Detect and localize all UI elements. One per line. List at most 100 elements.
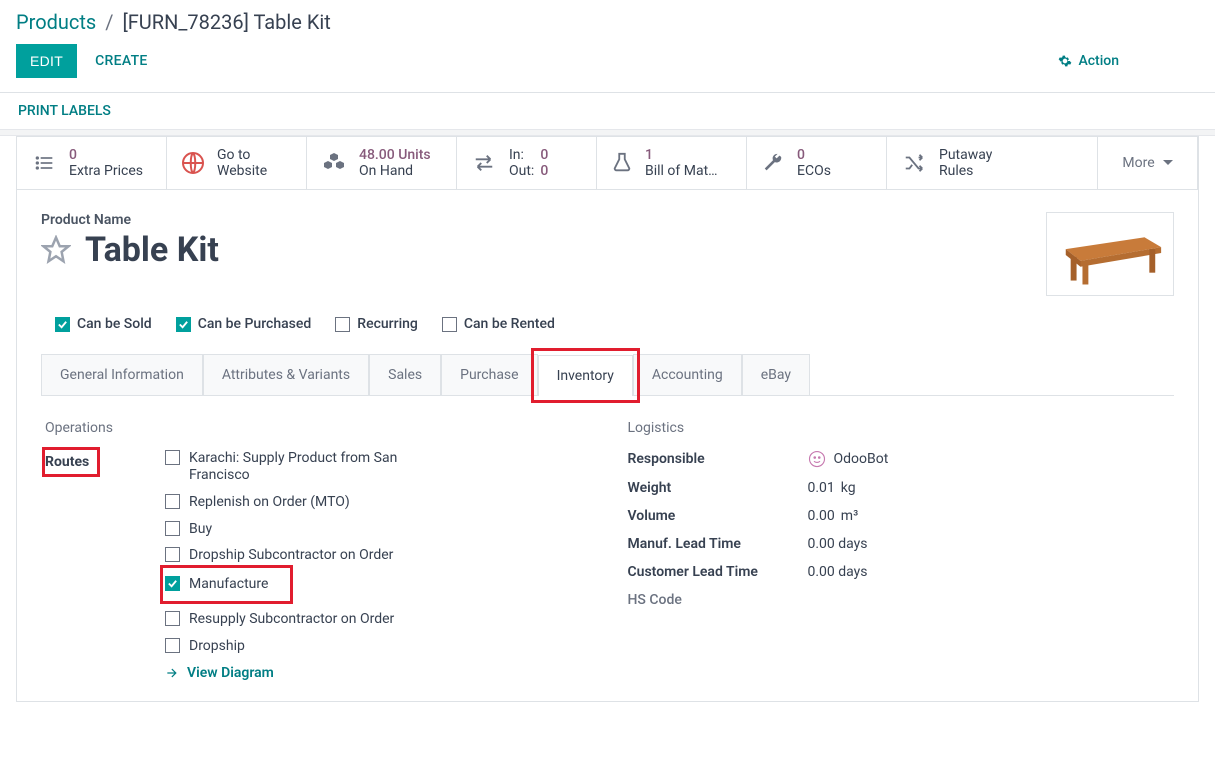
checkbox-icon bbox=[442, 317, 457, 332]
wrench-icon bbox=[761, 152, 785, 174]
tab-ebay[interactable]: eBay bbox=[742, 354, 810, 395]
checkbox-icon bbox=[165, 547, 180, 562]
stat-putaway[interactable]: PutawayRules bbox=[887, 137, 1098, 189]
stat-bom[interactable]: 1Bill of Mat… bbox=[597, 137, 747, 189]
checkbox-icon bbox=[165, 611, 180, 626]
check-recurring[interactable]: Recurring bbox=[335, 316, 418, 332]
tab-purchase[interactable]: Purchase bbox=[441, 354, 537, 395]
check-can-be-sold[interactable]: Can be Sold bbox=[55, 316, 152, 332]
tab-attributes[interactable]: Attributes & Variants bbox=[203, 354, 369, 395]
weight-unit: kg bbox=[841, 480, 856, 496]
out-value: 0 bbox=[540, 163, 548, 179]
product-name: Table Kit bbox=[85, 230, 219, 270]
in-value: 0 bbox=[540, 147, 548, 163]
breadcrumb: Products / [FURN_78236] Table Kit bbox=[0, 0, 1215, 38]
volume-unit: m³ bbox=[841, 508, 858, 524]
stat-ecos[interactable]: 0ECOs bbox=[747, 137, 887, 189]
tab-accounting[interactable]: Accounting bbox=[633, 354, 742, 395]
checkbox-icon bbox=[165, 521, 180, 536]
stat-label: Bill of Mat… bbox=[645, 163, 718, 179]
in-label: In: bbox=[509, 147, 524, 163]
stat-value: 48.00 Units bbox=[359, 147, 431, 163]
checkbox-icon bbox=[176, 317, 191, 332]
stat-line1: Go to bbox=[217, 147, 267, 163]
route-dropship-subcontractor[interactable]: Dropship Subcontractor on Order bbox=[165, 547, 588, 564]
routes-label: Routes bbox=[45, 450, 97, 474]
more-label: More bbox=[1122, 155, 1154, 171]
mlt-label: Manuf. Lead Time bbox=[628, 536, 808, 552]
logistics-title: Logistics bbox=[628, 420, 1171, 436]
responsible-label: Responsible bbox=[628, 451, 808, 467]
arrows-icon bbox=[471, 152, 497, 174]
volume-label: Volume bbox=[628, 508, 808, 524]
toolbar: EDIT CREATE Action bbox=[0, 38, 1215, 93]
breadcrumb-separator: / bbox=[105, 10, 113, 34]
stat-line2: Rules bbox=[939, 163, 992, 179]
print-labels-button[interactable]: PRINT LABELS bbox=[0, 93, 1215, 130]
stat-onhand[interactable]: 48.00 UnitsOn Hand bbox=[307, 137, 457, 189]
stat-more[interactable]: More bbox=[1098, 137, 1198, 189]
boxes-icon bbox=[321, 151, 347, 175]
logistics-section: Logistics Responsible OdooBot Weight 0.0… bbox=[628, 420, 1171, 680]
operations-section: Operations Routes Karachi: Supply Produc… bbox=[45, 420, 588, 680]
stat-value: 0 bbox=[69, 147, 143, 163]
checkbox-icon bbox=[55, 317, 70, 332]
volume-value: 0.00 bbox=[808, 508, 835, 524]
create-button[interactable]: CREATE bbox=[95, 53, 148, 69]
mlt-value: 0.00 days bbox=[808, 536, 868, 552]
chevron-down-icon bbox=[1163, 158, 1173, 168]
hscode-label: HS Code bbox=[628, 592, 808, 608]
check-can-be-purchased[interactable]: Can be Purchased bbox=[176, 316, 312, 332]
weight-label: Weight bbox=[628, 480, 808, 496]
route-manufacture[interactable]: Manufacture bbox=[163, 568, 290, 601]
mlt-row: Manuf. Lead Time 0.00 days bbox=[628, 536, 1171, 552]
stat-value: 0 bbox=[797, 147, 831, 163]
weight-row: Weight 0.01 kg bbox=[628, 480, 1171, 496]
out-label: Out: bbox=[509, 163, 534, 179]
shuffle-icon bbox=[901, 152, 927, 174]
view-diagram-link[interactable]: View Diagram bbox=[165, 665, 588, 681]
stat-website[interactable]: Go toWebsite bbox=[167, 137, 307, 189]
breadcrumb-current: [FURN_78236] Table Kit bbox=[122, 10, 330, 34]
breadcrumb-root[interactable]: Products bbox=[16, 10, 96, 34]
stat-line1: Putaway bbox=[939, 147, 992, 163]
route-karachi[interactable]: Karachi: Supply Product from San Francis… bbox=[165, 450, 588, 484]
tab-sales[interactable]: Sales bbox=[369, 354, 441, 395]
route-dropship[interactable]: Dropship bbox=[165, 638, 588, 655]
action-dropdown[interactable]: Action bbox=[1058, 53, 1119, 69]
hscode-row: HS Code bbox=[628, 592, 1171, 608]
form-sheet: 0Extra Prices Go toWebsite 48.00 UnitsOn… bbox=[16, 136, 1199, 702]
flask-icon bbox=[611, 151, 633, 175]
operations-title: Operations bbox=[45, 420, 588, 436]
product-image[interactable] bbox=[1046, 212, 1174, 296]
action-label: Action bbox=[1078, 53, 1119, 69]
stat-label: Extra Prices bbox=[69, 163, 143, 179]
checkbox-icon bbox=[165, 450, 180, 465]
route-buy[interactable]: Buy bbox=[165, 521, 588, 538]
stat-bar: 0Extra Prices Go toWebsite 48.00 UnitsOn… bbox=[17, 137, 1198, 190]
check-can-be-rented[interactable]: Can be Rented bbox=[442, 316, 555, 332]
checkbox-icon bbox=[165, 494, 180, 509]
product-name-label: Product Name bbox=[41, 212, 219, 228]
globe-icon bbox=[181, 151, 205, 175]
list-icon bbox=[31, 153, 57, 173]
gear-icon bbox=[1058, 54, 1072, 68]
star-icon[interactable] bbox=[41, 235, 71, 265]
route-resupply[interactable]: Resupply Subcontractor on Order bbox=[165, 611, 588, 628]
stat-moves[interactable]: In: 0 Out: 0 bbox=[457, 137, 597, 189]
stat-label: On Hand bbox=[359, 163, 431, 179]
edit-button[interactable]: EDIT bbox=[16, 44, 77, 78]
checkbox-icon bbox=[165, 638, 180, 653]
product-flags: Can be Sold Can be Purchased Recurring C… bbox=[55, 316, 1174, 332]
weight-value: 0.01 bbox=[808, 480, 835, 496]
avatar-icon bbox=[808, 450, 826, 468]
tab-inventory[interactable]: Inventory bbox=[538, 355, 633, 396]
checkbox-icon bbox=[165, 576, 180, 591]
clt-value: 0.00 days bbox=[808, 564, 868, 580]
stat-extra-prices[interactable]: 0Extra Prices bbox=[17, 137, 167, 189]
route-mto[interactable]: Replenish on Order (MTO) bbox=[165, 494, 588, 511]
tab-general[interactable]: General Information bbox=[41, 354, 203, 395]
responsible-value: OdooBot bbox=[834, 451, 889, 467]
arrow-right-icon bbox=[165, 666, 179, 680]
clt-row: Customer Lead Time 0.00 days bbox=[628, 564, 1171, 580]
